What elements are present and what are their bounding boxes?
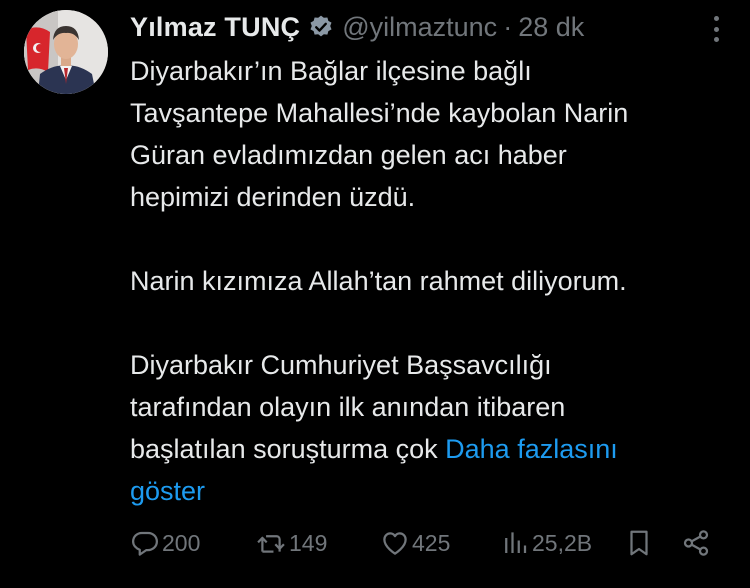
view-count: 25,2B bbox=[532, 529, 593, 556]
tweet-text-line: Narin kızımıza Allah’tan rahmet diliyoru… bbox=[130, 266, 627, 296]
show-more-link-continued[interactable]: göster bbox=[130, 470, 730, 512]
like-button[interactable]: 425 bbox=[380, 528, 500, 558]
author-name[interactable]: Yılmaz TUNÇ bbox=[130, 12, 300, 43]
bookmark-icon bbox=[625, 528, 653, 558]
show-more-link[interactable]: Daha fazlasını bbox=[445, 434, 618, 464]
retweet-count: 149 bbox=[289, 529, 328, 556]
tweet-text: Diyarbakır’ın Bağlar ilçesine bağlı Tavş… bbox=[130, 50, 730, 512]
tweet-text-line: Diyarbakır Cumhuriyet Başsavcılığı bbox=[130, 350, 552, 380]
more-options-icon[interactable] bbox=[712, 16, 720, 42]
reply-button[interactable]: 200 bbox=[130, 528, 255, 558]
heart-icon bbox=[380, 528, 410, 558]
tweet-text-line: başlatılan soruşturma çok Daha fazlasını bbox=[130, 428, 730, 470]
retweet-button[interactable]: 149 bbox=[255, 528, 380, 558]
verified-badge-icon[interactable] bbox=[308, 14, 334, 40]
tweet-text-fragment: başlatılan soruşturma çok bbox=[130, 434, 438, 464]
tweet-text-line: hepimizi derinden üzdü. bbox=[130, 182, 416, 212]
tweet-text-line: Tavşantepe Mahallesi’nde kaybolan Narin bbox=[130, 98, 629, 128]
tweet-text-line: Güran evladımızdan gelen acı haber bbox=[130, 140, 567, 170]
tweet-action-bar: 200 149 425 25,2B bbox=[130, 522, 720, 564]
views-button[interactable]: 25,2B bbox=[500, 528, 625, 558]
tweet-timestamp[interactable]: 28 dk bbox=[518, 12, 584, 43]
header-separator: · bbox=[503, 11, 513, 42]
share-button[interactable] bbox=[681, 528, 711, 558]
tweet-text-line: tarafından olayın ilk anından itibaren bbox=[130, 392, 566, 422]
like-count: 425 bbox=[412, 529, 451, 556]
share-icon bbox=[681, 528, 711, 558]
retweet-icon bbox=[255, 528, 287, 558]
tweet-text-line: Diyarbakır’ın Bağlar ilçesine bağlı bbox=[130, 56, 532, 86]
tweet-header: Yılmaz TUNÇ @yilmaztunc · 28 dk bbox=[130, 10, 730, 44]
reply-icon bbox=[130, 528, 160, 558]
author-avatar[interactable] bbox=[24, 10, 108, 94]
views-chart-icon bbox=[500, 528, 530, 558]
author-handle[interactable]: @yilmaztunc bbox=[342, 12, 497, 43]
reply-count: 200 bbox=[162, 529, 201, 556]
bookmark-button[interactable] bbox=[625, 528, 653, 558]
